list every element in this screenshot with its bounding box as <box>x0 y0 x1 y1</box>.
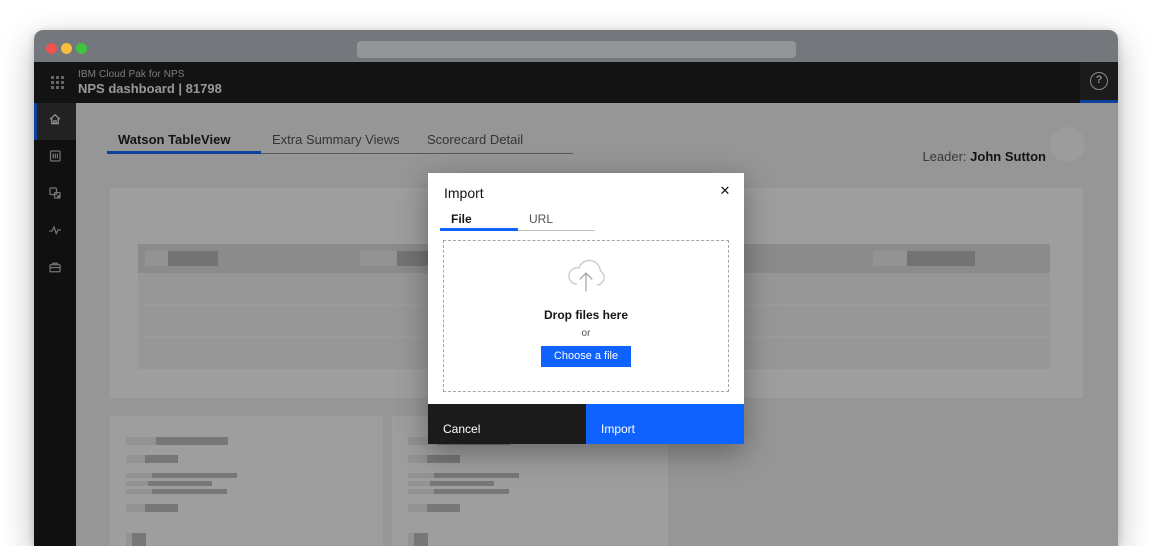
cloud-upload-icon <box>444 254 728 303</box>
zoom-window-button[interactable] <box>76 43 87 54</box>
import-button[interactable]: Import <box>586 404 744 444</box>
browser-window: IBM Cloud Pak for NPS NPS dashboard | 81… <box>34 30 1118 546</box>
file-dropzone[interactable]: Drop files here or Choose a file <box>443 240 729 392</box>
close-icon[interactable]: ✕ <box>714 180 736 202</box>
minimize-window-button[interactable] <box>61 43 72 54</box>
tab-file[interactable]: File <box>440 212 518 231</box>
browser-chrome-bar <box>34 30 1118 62</box>
app-page: IBM Cloud Pak for NPS NPS dashboard | 81… <box>34 62 1118 546</box>
modal-footer: Cancel Import <box>428 404 744 444</box>
import-modal: Import ✕ File URL Drop files here or Cho… <box>428 173 744 444</box>
cancel-button[interactable]: Cancel <box>428 404 586 444</box>
dropzone-separator: or <box>581 328 591 339</box>
tab-url[interactable]: URL <box>518 212 595 231</box>
close-window-button[interactable] <box>46 43 57 54</box>
dropzone-heading: Drop files here <box>543 308 629 322</box>
address-bar[interactable] <box>357 41 796 58</box>
import-source-tabs: File URL <box>440 212 595 231</box>
modal-title: Import <box>444 185 484 201</box>
choose-file-button[interactable]: Choose a file <box>540 346 632 367</box>
